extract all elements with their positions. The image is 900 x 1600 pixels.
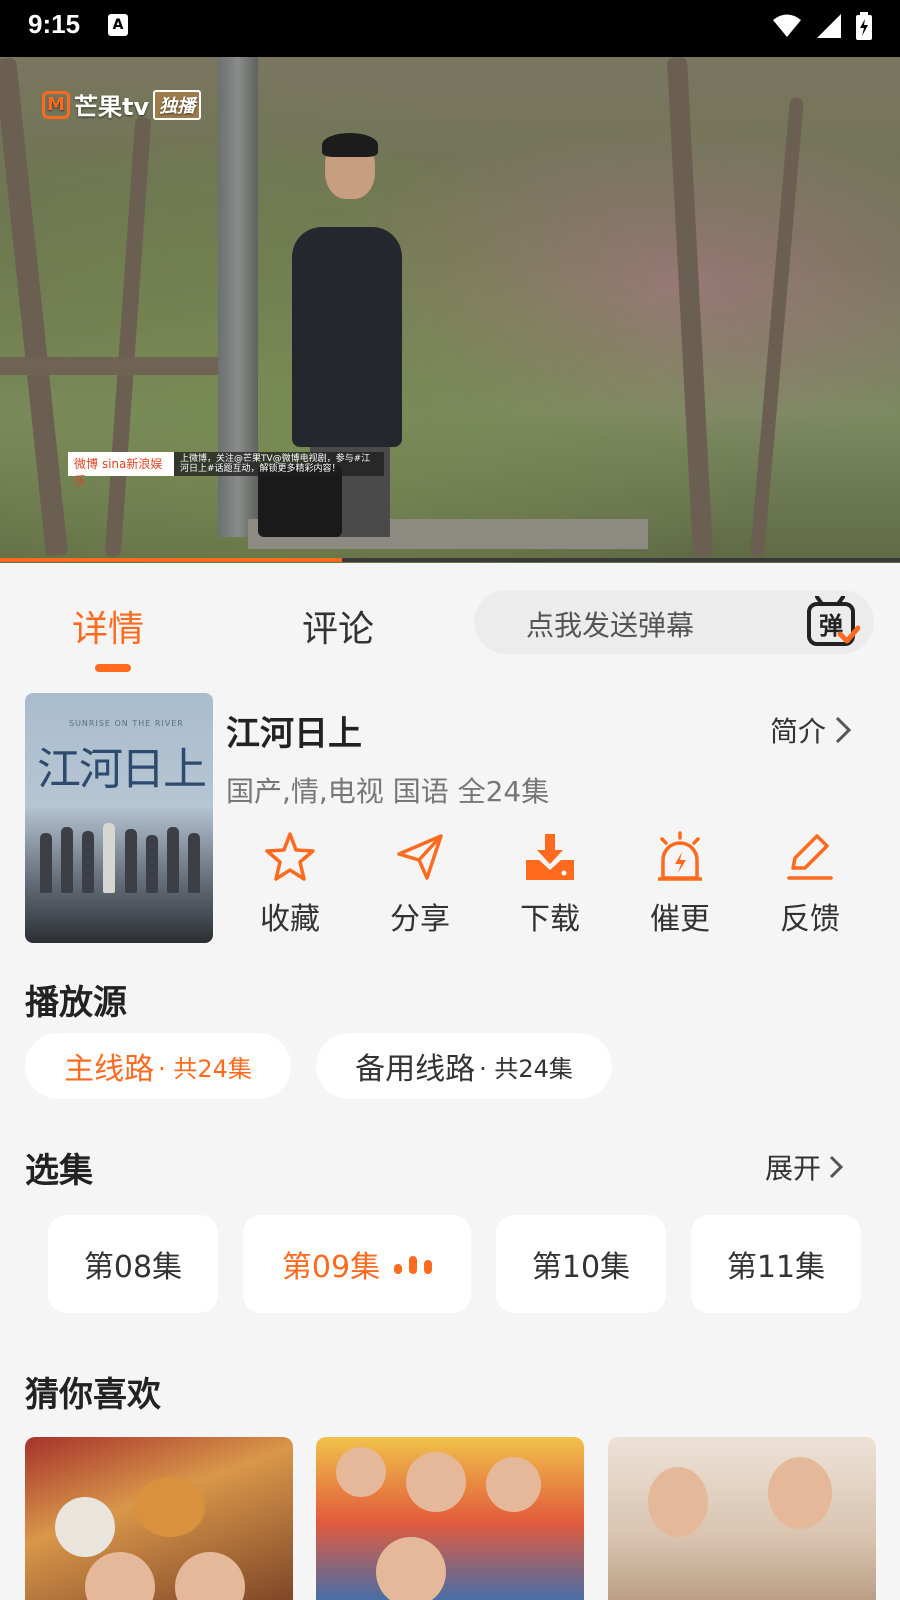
tab-comments[interactable]: 评论 <box>302 600 374 652</box>
signal-icon <box>817 14 841 38</box>
video-player[interactable]: M 芒果tv 独播 微博 sina新浪娱乐 上微博，关注@芒果TV@微博电视剧，… <box>0 57 900 563</box>
tab-details[interactable]: 详情 <box>72 600 144 652</box>
brand-name: 芒果tv <box>74 93 150 121</box>
video-scene-tree <box>666 57 714 558</box>
source-count: · 共24集 <box>158 1054 252 1083</box>
episodes-title: 选集 <box>25 1151 93 1191</box>
feedback-label: 反馈 <box>780 902 840 937</box>
episode-08[interactable]: 第08集 <box>48 1215 218 1313</box>
favorite-button[interactable]: 收藏 <box>240 830 340 938</box>
chevron-right-icon <box>829 1155 844 1179</box>
intro-label: 简介 <box>770 715 827 748</box>
show-poster[interactable]: SUNRISE ON THE RIVER 江河日上 <box>25 693 213 943</box>
danmu-input[interactable]: 点我发送弹幕 弹 <box>474 590 874 654</box>
weibo-banner-text: 上微博，关注@芒果TV@微博电视剧，参与#江河日上#话题互动，解锁更多精彩内容！ <box>174 452 384 476</box>
active-tab-indicator <box>95 664 131 672</box>
share-button[interactable]: 分享 <box>370 830 470 938</box>
now-playing-icon <box>394 1254 433 1274</box>
status-bar: 9:15 A <box>0 0 900 57</box>
share-label: 分享 <box>390 902 450 937</box>
video-progress-fill <box>0 558 342 562</box>
battery-icon <box>856 12 872 40</box>
video-progress-bar[interactable] <box>0 558 900 562</box>
video-scene-person <box>322 133 378 157</box>
feedback-icon <box>787 834 833 880</box>
urge-update-button[interactable]: 催更 <box>630 830 730 938</box>
episode-label: 第10集 <box>531 1250 631 1285</box>
status-icons <box>772 12 872 40</box>
feedback-button[interactable]: 反馈 <box>760 830 860 938</box>
source-backup-line[interactable]: 备用线路 · 共24集 <box>316 1033 612 1099</box>
weibo-banner-logo: 微博 sina新浪娱乐 <box>68 452 174 488</box>
source-count: · 共24集 <box>479 1054 573 1083</box>
poster-title: 江河日上 <box>37 744 207 795</box>
episode-10[interactable]: 第10集 <box>496 1215 666 1313</box>
poster-people <box>35 813 205 893</box>
sources-title: 播放源 <box>25 983 127 1023</box>
recommend-card[interactable] <box>608 1437 876 1600</box>
download-label: 下载 <box>520 902 580 937</box>
intro-link[interactable]: 简介 <box>770 710 854 750</box>
episode-label: 第08集 <box>83 1250 183 1285</box>
episode-label: 第11集 <box>726 1250 826 1285</box>
wifi-icon <box>773 14 801 37</box>
video-scene-person <box>292 227 402 447</box>
source-name: 备用线路 <box>355 1052 476 1087</box>
exclusive-tag: 独播 <box>153 89 202 120</box>
show-meta: 国产,情,电视 国语 全24集 <box>226 775 550 808</box>
show-title: 江河日上 <box>226 714 362 754</box>
chevron-right-icon <box>835 716 852 744</box>
urge-update-label: 催更 <box>650 902 710 937</box>
episode-11[interactable]: 第11集 <box>691 1215 861 1313</box>
notification-icon: A <box>108 14 128 36</box>
download-icon <box>526 834 574 880</box>
share-icon <box>397 834 443 880</box>
favorite-label: 收藏 <box>260 902 320 937</box>
alarm-icon <box>658 831 702 881</box>
expand-label: 展开 <box>765 1152 822 1185</box>
recommend-card[interactable] <box>25 1437 293 1600</box>
danmu-placeholder: 点我发送弹幕 <box>526 609 695 642</box>
video-scene-tree <box>0 57 69 557</box>
expand-episodes-link[interactable]: 展开 <box>765 1147 845 1187</box>
source-name: 主线路 <box>64 1052 155 1087</box>
episode-label: 第09集 <box>281 1250 381 1285</box>
video-scene-tree <box>104 116 152 558</box>
source-main-line[interactable]: 主线路 · 共24集 <box>25 1033 291 1099</box>
download-button[interactable]: 下载 <box>500 830 600 938</box>
episode-09[interactable]: 第09集 <box>243 1215 471 1313</box>
weibo-banner: 微博 sina新浪娱乐 上微博，关注@芒果TV@微博电视剧，参与#江河日上#话题… <box>68 452 384 488</box>
mango-tv-logo: M 芒果tv 独播 <box>42 87 202 122</box>
mango-logo-icon: M <box>42 90 70 119</box>
poster-subtitle: SUNRISE ON THE RIVER <box>69 719 184 728</box>
recommend-card[interactable] <box>316 1437 584 1600</box>
video-scene-tree <box>749 97 805 557</box>
recommend-title: 猜你喜欢 <box>25 1375 161 1415</box>
video-scene-fence <box>0 357 250 375</box>
star-icon <box>265 832 315 881</box>
status-time: 9:15 <box>28 9 81 39</box>
danmu-toggle-icon[interactable]: 弹 <box>806 596 860 648</box>
